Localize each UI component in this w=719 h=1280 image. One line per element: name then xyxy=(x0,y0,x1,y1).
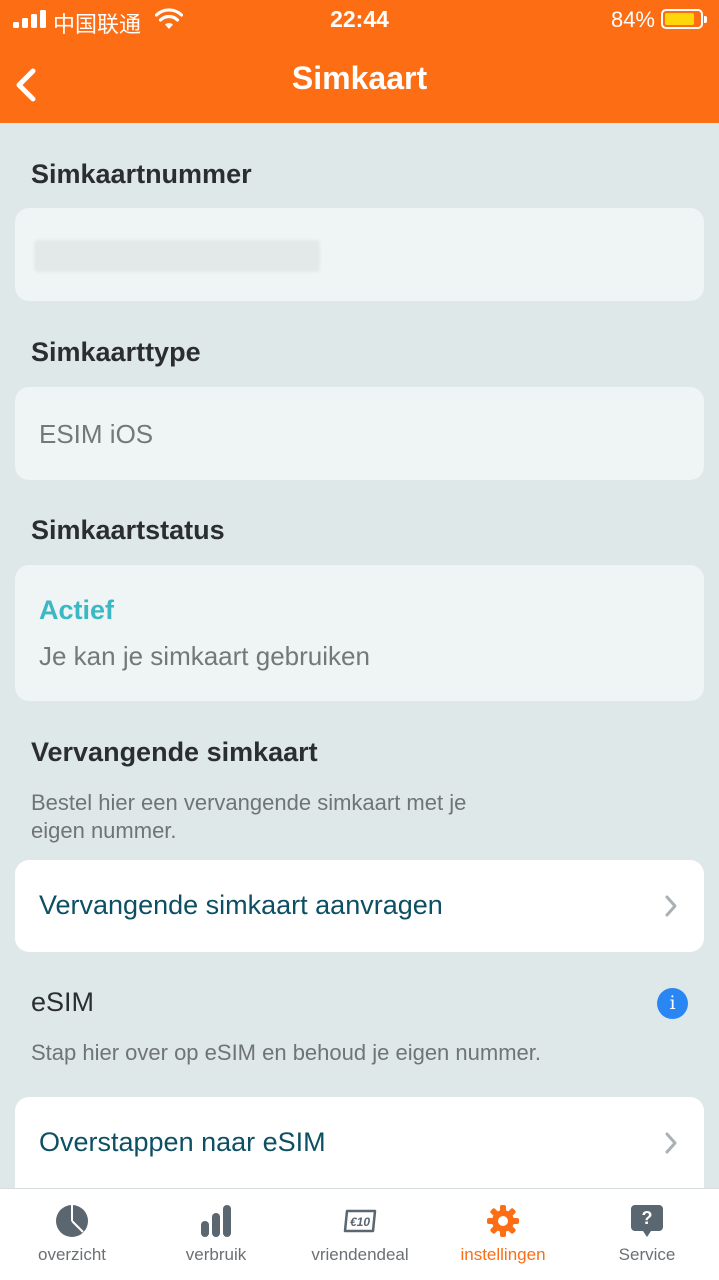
simtype-field: ESIM iOS xyxy=(15,387,704,480)
battery-percent: 84% xyxy=(610,7,655,32)
simnumber-field xyxy=(15,208,704,301)
gear-icon xyxy=(487,1205,519,1237)
help-icon-text: ? xyxy=(642,1208,653,1228)
ticket-icon-text: €10 xyxy=(350,1215,370,1229)
nav-label: instellingen xyxy=(460,1245,546,1264)
nav-instellingen[interactable]: instellingen xyxy=(431,1189,575,1280)
nav-overzicht[interactable]: overzicht xyxy=(0,1189,144,1280)
replacement-label: Vervangende simkaart xyxy=(31,737,318,767)
chevron-right-icon xyxy=(665,895,677,917)
redacted-simnumber xyxy=(34,240,320,272)
chevron-right-icon xyxy=(665,1132,677,1154)
nav-service[interactable]: ? Service xyxy=(575,1189,719,1280)
simstatus-label: Simkaartstatus xyxy=(31,515,225,545)
help-bubble-icon: ? xyxy=(631,1205,663,1237)
simnumber-label: Simkaartnummer xyxy=(31,159,252,189)
bar-chart-icon xyxy=(201,1205,231,1237)
status-description: Je kan je simkaart gebruiken xyxy=(39,641,370,671)
nav-vriendendeal[interactable]: €10 vriendendeal xyxy=(288,1189,432,1280)
request-replacement-button[interactable]: Vervangende simkaart aanvragen xyxy=(15,860,704,952)
replacement-description: Bestel hier een vervangende simkaart met… xyxy=(31,789,466,845)
esim-description: Stap hier over op eSIM en behoud je eige… xyxy=(31,1040,541,1065)
replacement-description-line: eigen nummer. xyxy=(31,818,177,843)
nav-label: verbruik xyxy=(185,1245,247,1264)
nav-label: vriendendeal xyxy=(311,1245,409,1264)
request-replacement-label: Vervangende simkaart aanvragen xyxy=(39,890,443,920)
app-header: 中国联通 22:44 84% Simkaart xyxy=(0,0,719,123)
switch-to-esim-button[interactable]: Overstappen naar eSIM xyxy=(15,1097,704,1189)
nav-verbruik[interactable]: verbruik xyxy=(144,1189,288,1280)
simstatus-card: Actief Je kan je simkaart gebruiken xyxy=(15,565,704,701)
esim-label: eSIM xyxy=(31,987,95,1017)
info-icon[interactable]: i xyxy=(657,988,688,1019)
simtype-label: Simkaarttype xyxy=(31,337,201,367)
battery-level xyxy=(665,13,694,25)
page-title: Simkaart xyxy=(291,60,428,96)
ticket-icon: €10 xyxy=(343,1209,377,1233)
pie-chart-icon xyxy=(56,1205,88,1237)
switch-to-esim-label: Overstappen naar eSIM xyxy=(39,1127,326,1157)
battery-icon xyxy=(661,9,707,29)
nav-label: overzicht xyxy=(37,1245,107,1264)
simtype-value: ESIM iOS xyxy=(39,419,154,449)
status-bar: 中国联通 22:44 84% xyxy=(0,0,719,40)
status-badge: Actief xyxy=(39,595,115,625)
nav-label: Service xyxy=(618,1245,676,1264)
replacement-description-line: Bestel hier een vervangende simkaart met… xyxy=(31,790,467,815)
bottom-navigation: overzicht verbruik €10 vriendendeal inst… xyxy=(0,1188,719,1280)
